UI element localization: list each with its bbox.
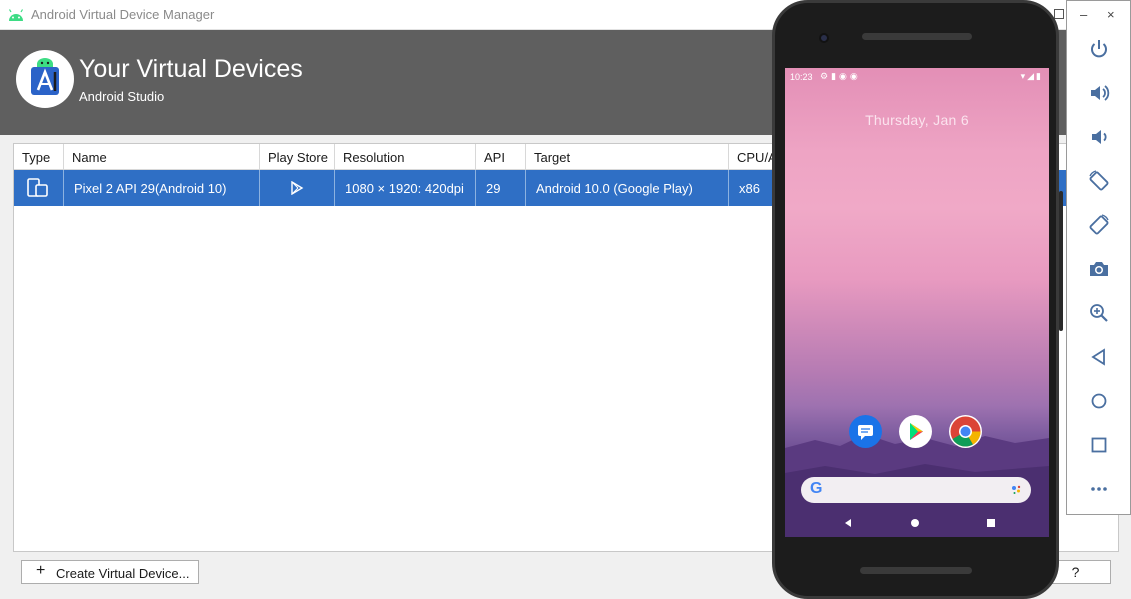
column-header-name[interactable]: Name — [64, 144, 260, 170]
rotate-left-icon — [1089, 170, 1109, 191]
overview-button[interactable] — [1087, 433, 1111, 457]
create-virtual-device-label: Create Virtual Device... — [56, 566, 190, 581]
android-logo-icon — [8, 9, 24, 21]
more-button[interactable] — [1087, 477, 1111, 501]
api-cell: 29 — [476, 170, 526, 206]
screenshot-button[interactable] — [1087, 257, 1111, 281]
zoom-in-icon — [1090, 304, 1108, 322]
play-store-cell — [260, 170, 335, 206]
status-time: 10:23 — [790, 72, 813, 82]
front-camera — [819, 33, 829, 43]
volume-down-icon — [1092, 130, 1107, 144]
zoom-button[interactable] — [1087, 301, 1111, 325]
column-header-resolution[interactable]: Resolution — [335, 144, 476, 170]
maximize-button[interactable] — [1054, 9, 1064, 19]
more-icon — [1091, 487, 1107, 491]
status-bar: 10:23 ⚙▮◉◉ ▾◢▮ — [785, 68, 1049, 86]
notification-icons: ⚙▮◉◉ — [820, 71, 861, 81]
resolution-cell: 1080 × 1920: 420dpi — [335, 170, 476, 206]
create-virtual-device-button[interactable]: + Create Virtual Device... — [21, 560, 199, 584]
column-header-type[interactable]: Type — [14, 144, 64, 170]
desktop: Android Virtual Device Manager Your Virt… — [0, 0, 1131, 599]
device-name-cell: Pixel 2 API 29(Android 10) — [64, 170, 260, 206]
lock-date: Thursday, Jan 6 — [865, 112, 969, 128]
play-store-app-icon[interactable] — [899, 415, 932, 448]
overview-icon — [1091, 437, 1107, 453]
nav-back-icon[interactable] — [845, 519, 851, 527]
close-button[interactable]: × — [1107, 7, 1115, 22]
column-header-api[interactable]: API — [476, 144, 526, 170]
play-store-icon — [291, 180, 304, 196]
column-header-play-store[interactable]: Play Store — [260, 144, 335, 170]
plus-icon: + — [36, 562, 46, 579]
minimize-button[interactable]: – — [1080, 7, 1087, 22]
rotate-left-button[interactable] — [1087, 169, 1111, 193]
emulator-toolbar: – × — [1066, 0, 1131, 515]
camera-icon — [1090, 262, 1108, 276]
volume-down-button[interactable] — [1087, 125, 1111, 149]
rotate-right-icon — [1089, 214, 1109, 235]
volume-up-icon — [1091, 85, 1110, 101]
assistant-icon[interactable] — [1011, 485, 1021, 495]
rotate-right-button[interactable] — [1087, 213, 1111, 237]
phone-tablet-icon — [27, 178, 48, 197]
chrome-icon[interactable] — [949, 415, 982, 448]
google-logo: G — [810, 480, 823, 497]
back-icon — [1091, 348, 1105, 366]
messages-icon[interactable] — [849, 415, 882, 448]
android-studio-logo — [16, 50, 74, 108]
home-icon — [1091, 393, 1107, 409]
power-icon — [1091, 40, 1107, 58]
navigation-bar — [845, 519, 995, 527]
nav-overview-icon[interactable] — [987, 519, 995, 527]
page-title: Your Virtual Devices — [79, 55, 303, 83]
side-button[interactable] — [1059, 191, 1063, 331]
signal-battery-icons: ▾◢▮ — [1020, 71, 1043, 81]
home-button[interactable] — [1087, 389, 1111, 413]
emulator-screen[interactable]: 10:23 ⚙▮◉◉ ▾◢▮ Thursday, Jan 6 G — [785, 68, 1049, 537]
volume-up-button[interactable] — [1087, 81, 1111, 105]
column-header-target[interactable]: Target — [526, 144, 729, 170]
top-speaker — [862, 33, 972, 40]
bottom-speaker — [860, 567, 972, 574]
emulator-phone-frame: 10:23 ⚙▮◉◉ ▾◢▮ Thursday, Jan 6 G — [772, 0, 1063, 599]
google-search-bar[interactable]: G — [801, 477, 1031, 503]
page-subtitle: Android Studio — [79, 89, 165, 104]
power-button[interactable] — [1087, 37, 1111, 61]
android-studio-icon — [31, 58, 59, 95]
device-type-cell — [14, 170, 64, 206]
window-title: Android Virtual Device Manager — [31, 7, 215, 22]
target-cell: Android 10.0 (Google Play) — [526, 170, 729, 206]
nav-home-icon[interactable] — [911, 519, 919, 527]
back-button[interactable] — [1087, 345, 1111, 369]
